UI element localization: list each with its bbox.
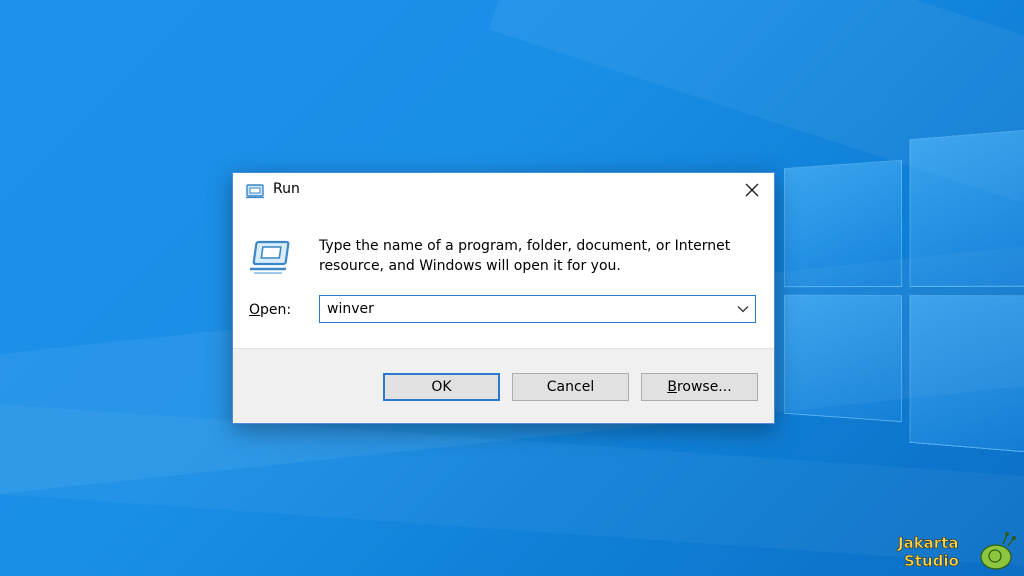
run-icon [245, 183, 265, 199]
dialog-description: Type the name of a program, folder, docu… [319, 238, 731, 274]
title-bar[interactable]: Run [233, 173, 774, 209]
browse-label-text: rowse... [676, 379, 732, 395]
svg-text:Studio: Studio [904, 552, 959, 570]
windows-logo-pane [909, 128, 1024, 287]
close-button[interactable] [730, 173, 774, 207]
close-icon [745, 183, 759, 197]
dialog-footer: OK Cancel Browse... [233, 348, 774, 423]
open-label-text: pen: [260, 302, 292, 318]
browse-accelerator: B [667, 379, 677, 395]
open-label-accelerator: O [249, 302, 261, 318]
run-dialog: Run Type the name of a program, folder, … [232, 172, 775, 424]
dialog-title: Run [273, 181, 300, 197]
open-combobox[interactable] [319, 295, 756, 323]
windows-logo-pane [909, 295, 1024, 454]
ok-button[interactable]: OK [383, 373, 500, 401]
windows-logo-pane [784, 159, 902, 288]
browse-button[interactable]: Browse... [641, 373, 758, 401]
open-label: Open: [249, 302, 291, 318]
cancel-button[interactable]: Cancel [512, 373, 629, 401]
windows-logo [784, 128, 1024, 454]
svg-text:Jakarta: Jakarta [897, 534, 959, 552]
open-input[interactable] [320, 296, 720, 322]
dialog-body: Type the name of a program, folder, docu… [233, 209, 774, 349]
chevron-down-icon [737, 306, 749, 313]
windows-logo-pane [784, 294, 902, 423]
open-dropdown-button[interactable] [731, 296, 755, 322]
run-icon [247, 239, 291, 275]
jakarta-studio-logo: Jakarta Studio [896, 530, 1018, 572]
